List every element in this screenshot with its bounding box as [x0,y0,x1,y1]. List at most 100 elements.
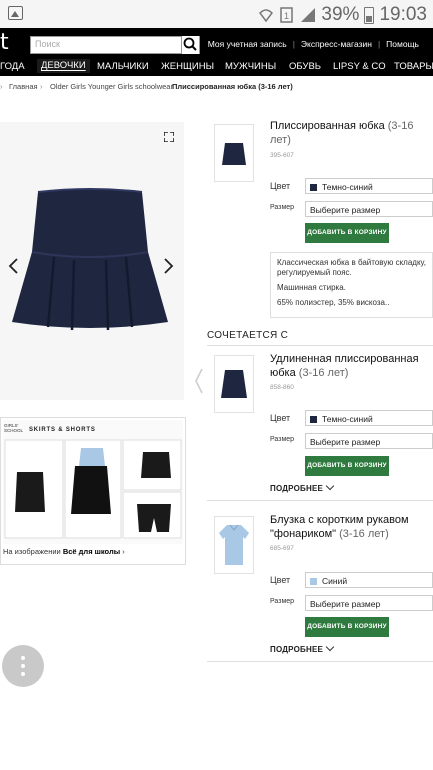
divider [207,500,433,501]
battery-icon [364,6,375,24]
gallery-notification-icon [8,6,23,20]
blouse-thumbnail-image [219,524,249,565]
nav-item-years[interactable]: ГОДА [0,61,25,72]
signal-icon [301,8,316,22]
more-details-label: ПОДРОБНЕЕ [270,645,324,654]
skirt-product-image [12,188,168,331]
catalog-caption-prefix: На изображении [3,547,61,556]
size-select[interactable]: Выберите размер [305,595,433,611]
related-age: (3-16 лет) [298,366,349,379]
description-line: Машинная стирка. [277,283,346,292]
chevron-right-icon: › [0,82,3,91]
color-select[interactable]: Синий [305,572,433,588]
site-header: t Поиск Моя учетная запись | Экспресс-ма… [0,28,433,58]
more-vertical-icon [21,664,25,668]
more-vertical-icon [21,656,25,660]
chevron-right-icon: › [40,82,43,91]
divider [207,661,433,662]
nav-item-goods[interactable]: ТОВАРЫ ДЛ [394,61,433,72]
more-vertical-icon [21,672,25,676]
nav-item-shoes[interactable]: ОБУВЬ [289,61,321,72]
expand-icon[interactable] [164,132,174,142]
wifi-icon [259,9,274,23]
chevron-right-icon: › [122,547,125,556]
category-nav: ГОДА ДЕВОЧКИ МАЛЬЧИКИ ЖЕНЩИНЫ МУЖЧИНЫ ОБ… [0,58,433,76]
color-label: Цвет [270,181,291,191]
product-thumbnail[interactable] [214,124,254,182]
color-swatch [310,578,317,585]
size-label: Размер [270,598,295,605]
related-title[interactable]: Удлиненная плиссированная юбка (3-16 лет… [270,353,430,380]
chevron-right-icon: › [162,82,165,91]
catalog-school-link[interactable]: Всё для школы [63,547,120,556]
size-label: Размер [270,436,295,443]
express-shop-link[interactable]: Экспресс-магазин [301,39,372,49]
product-code: 395-607 [270,152,294,159]
related-code: 685-697 [270,545,294,552]
related-title[interactable]: Блузка с коротким рукавом "фонариком" (3… [270,514,430,541]
status-bar: 1 39% 19:03 [0,0,433,28]
product-image-gallery[interactable] [0,122,184,400]
divider [207,345,433,346]
status-icons: 1 39% 19:03 [258,4,427,26]
site-logo[interactable]: t [0,30,9,55]
product-title: Плиссированная юбка (3-16 лет) [270,120,430,147]
size-value: Выберите размер [310,599,381,609]
header-divider: | [377,39,381,49]
catalog-heading: SKIRTS & SHORTS [29,427,96,433]
color-value: Темно-синий [322,182,373,192]
breadcrumb-category[interactable]: Older Girls Younger Girls schoolwear [50,82,173,91]
related-age: (3-16 лет) [339,527,389,540]
color-select[interactable]: Темно-синий [305,410,433,426]
add-to-cart-button[interactable]: ДОБАВИТЬ В КОРЗИНУ [305,456,389,476]
size-value: Выберите размер [310,205,381,215]
nav-item-boys[interactable]: МАЛЬЧИКИ [97,61,149,72]
clock: 19:03 [379,4,427,25]
chevron-down-icon [325,481,335,491]
color-swatch [310,416,317,423]
more-details-link[interactable]: ПОДРОБНЕЕ [270,481,335,493]
account-link[interactable]: Моя учетная запись [208,39,287,49]
color-select[interactable]: Темно-синий [305,178,433,194]
related-code: 858-860 [270,384,294,391]
chevron-down-icon [325,642,335,652]
search-button[interactable] [181,36,199,54]
long-skirt-thumbnail-image [221,370,247,398]
related-thumbnail[interactable] [214,516,254,574]
nav-item-lipsy[interactable]: LIPSY & CO [333,61,386,72]
catalog-card[interactable]: GIRLS' SCHOOL SKIRTS & SHORTS На изображ… [0,417,186,565]
breadcrumb: › Главная › Older Girls Younger Girls sc… [0,80,433,94]
nav-item-girls[interactable]: ДЕВОЧКИ [37,59,90,73]
skirt-thumbnail-image [222,143,246,165]
size-value: Выберите размер [310,437,381,447]
battery-percent: 39% [321,4,360,25]
catalog-caption: На изображении Всё для школы › [3,547,125,556]
chevron-left-icon[interactable] [195,368,203,394]
size-select[interactable]: Выберите размер [305,201,433,217]
size-select[interactable]: Выберите размер [305,433,433,449]
search-input[interactable]: Поиск [30,36,200,54]
floating-menu-button[interactable] [2,645,44,687]
search-placeholder: Поиск [35,39,60,49]
more-details-link[interactable]: ПОДРОБНЕЕ [270,642,335,654]
related-thumbnail[interactable] [214,355,254,413]
add-to-cart-button[interactable]: ДОБАВИТЬ В КОРЗИНУ [305,223,389,243]
more-details-label: ПОДРОБНЕЕ [270,484,324,493]
sim-icon: 1 [280,7,294,23]
search-icon [183,37,197,51]
svg-text:1: 1 [284,11,289,21]
nav-item-men[interactable]: МУЖЧИНЫ [225,61,276,72]
catalog-image: GIRLS' SCHOOL SKIRTS & SHORTS [3,420,183,544]
color-value: Синий [322,576,348,586]
breadcrumb-current: Плиссированная юбка (3-16 лет) [172,82,293,91]
nav-item-women[interactable]: ЖЕНЩИНЫ [161,61,214,72]
color-swatch [310,184,317,191]
color-label: Цвет [270,575,291,585]
help-link[interactable]: Помощь [386,39,419,49]
product-description: Классическая юбка в байтовую складку, ре… [270,252,433,318]
header-divider: | [292,39,295,49]
catalog-brand: GIRLS' SCHOOL [4,423,24,433]
add-to-cart-button[interactable]: ДОБАВИТЬ В КОРЗИНУ [305,617,389,637]
breadcrumb-home[interactable]: Главная [9,82,38,91]
catalog-photos [4,439,182,539]
